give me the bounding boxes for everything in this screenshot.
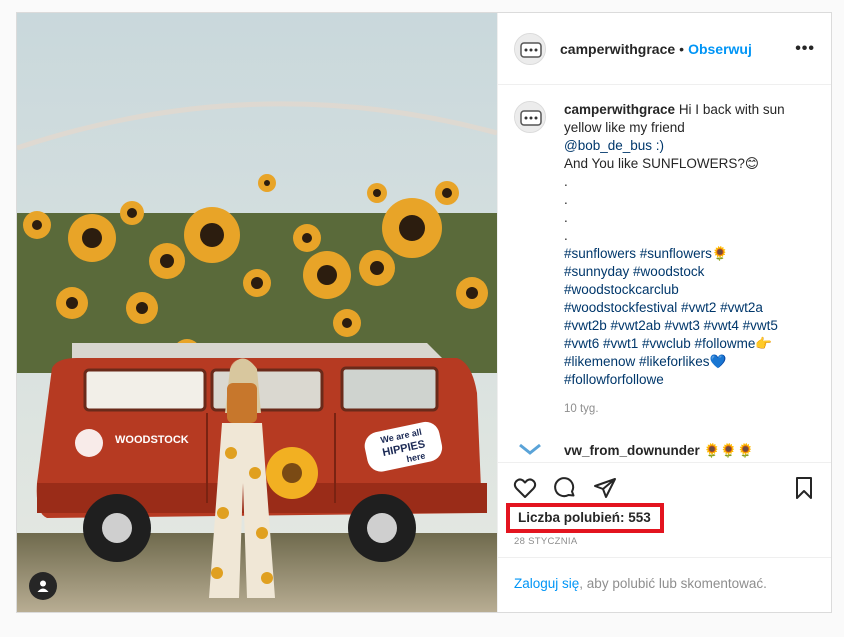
separator-dot: • xyxy=(679,40,685,57)
follow-button[interactable]: Obserwuj xyxy=(688,41,752,57)
caption-dot: . xyxy=(564,210,568,225)
heart-icon[interactable] xyxy=(510,473,540,503)
share-icon[interactable] xyxy=(590,473,620,503)
caption-avatar[interactable] xyxy=(514,101,546,133)
post-header: camperwithgrace • Obserwuj ••• xyxy=(498,13,831,85)
hashtag-line[interactable]: #likemenow #likeforlikes💙 xyxy=(564,354,726,369)
mention-link[interactable]: @bob_de_bus :) xyxy=(564,138,664,153)
comment-icon[interactable] xyxy=(550,473,580,503)
login-prompt-text: , aby polubić lub skomentować. xyxy=(579,576,767,591)
post-photo[interactable]: WOODSTOCK We are all HIPPIES here xyxy=(17,13,497,612)
likes-count[interactable]: Liczba polubień: 553 xyxy=(506,503,664,533)
comment-item: vw_from_downunder 🌻🌻🌻 xyxy=(514,435,815,462)
post-sidebar: camperwithgrace • Obserwuj ••• camperwit… xyxy=(497,13,831,612)
avatar[interactable] xyxy=(514,32,546,65)
login-prompt: Zaloguj się, aby polubić lub skomentować… xyxy=(498,557,831,612)
instagram-post: WOODSTOCK We are all HIPPIES here camper… xyxy=(16,12,832,613)
van-badge: WOODSTOCK xyxy=(115,434,189,446)
bookmark-icon[interactable] xyxy=(789,473,819,503)
caption-line-3: And You like SUNFLOWERS?😊 xyxy=(564,156,759,171)
user-tag-icon[interactable] xyxy=(29,572,57,600)
hashtag-line[interactable]: #vwt2b #vwt2ab #vwt3 #vwt4 #vwt5 xyxy=(564,318,778,333)
hashtag-line[interactable]: #woodstockcarclub xyxy=(564,282,679,297)
hashtag-line[interactable]: #sunnyday #woodstock xyxy=(564,264,704,279)
caption-dot: . xyxy=(564,228,568,243)
hashtag-line[interactable]: #followforfollowe xyxy=(564,372,664,387)
hashtag-line[interactable]: #woodstockfestival #vwt2 #vwt2a xyxy=(564,300,763,315)
comments-section: camperwithgrace Hi I back with sun yello… xyxy=(498,85,831,462)
comment-username[interactable]: vw_from_downunder 🌻🌻🌻 xyxy=(564,443,754,459)
hashtag-line[interactable]: #sunflowers #sunflowers🌻 xyxy=(564,246,729,261)
caption-dot: . xyxy=(564,192,568,207)
caption-username[interactable]: camperwithgrace xyxy=(564,102,675,117)
post-date[interactable]: 28 STYCZNIA xyxy=(514,536,577,547)
more-icon[interactable]: ••• xyxy=(795,40,815,58)
commenter-avatar[interactable] xyxy=(514,435,546,462)
photo-illustration: WOODSTOCK We are all HIPPIES here xyxy=(17,13,497,612)
caption: camperwithgrace Hi I back with sun yello… xyxy=(514,101,815,389)
caption-dot: . xyxy=(564,174,568,189)
login-link[interactable]: Zaloguj się xyxy=(514,576,579,591)
header-username[interactable]: camperwithgrace xyxy=(560,41,675,57)
caption-text: camperwithgrace Hi I back with sun yello… xyxy=(564,101,814,389)
hashtag-line[interactable]: #vwt6 #vwt1 #vwclub #followme👉 xyxy=(564,336,772,351)
caption-time[interactable]: 10 tyg. xyxy=(564,403,815,415)
